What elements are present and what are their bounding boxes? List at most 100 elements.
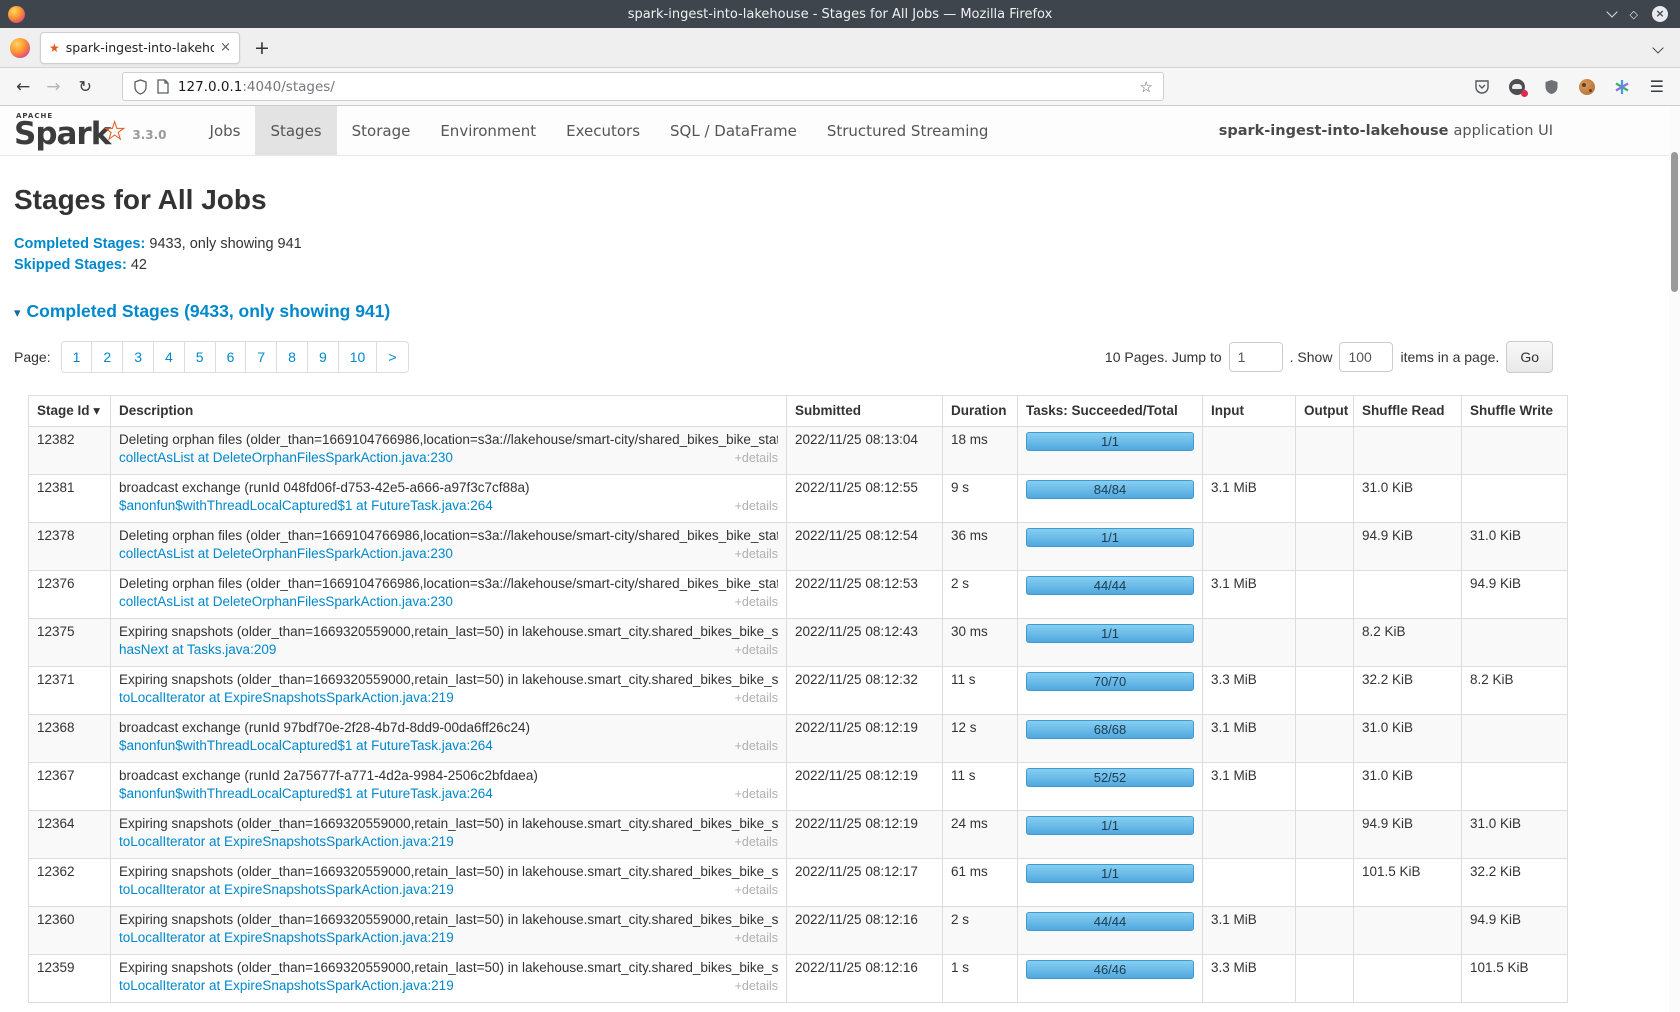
spark-tab-executors[interactable]: Executors [551, 106, 655, 155]
header-shuffle-write[interactable]: Shuffle Write [1462, 396, 1568, 427]
tasks-progress-bar: 1/1 [1026, 816, 1194, 835]
details-toggle[interactable]: +details [735, 835, 778, 849]
page-button-9[interactable]: 9 [307, 341, 339, 373]
page-button-3[interactable]: 3 [122, 341, 154, 373]
scrollbar-thumb[interactable] [1671, 152, 1678, 292]
minimize-icon[interactable] [1606, 6, 1617, 17]
details-toggle[interactable]: +details [735, 691, 778, 705]
menu-hamburger-icon[interactable]: ☰ [1650, 77, 1664, 96]
page-button-4[interactable]: 4 [153, 341, 185, 373]
details-toggle[interactable]: +details [735, 979, 778, 993]
application-ui-label: spark-ingest-into-lakehouse application … [1219, 106, 1680, 155]
tasks-cell: 1/1 [1018, 427, 1203, 475]
page-button-7[interactable]: 7 [245, 341, 277, 373]
spark-tab-stages[interactable]: Stages [255, 106, 336, 155]
shuffle-read-cell: 31.0 KiB [1354, 715, 1462, 763]
shuffle-write-cell [1462, 427, 1568, 475]
tab-close-icon[interactable]: × [220, 40, 231, 55]
tasks-cell: 44/44 [1018, 571, 1203, 619]
details-toggle[interactable]: +details [735, 643, 778, 657]
reload-button[interactable]: ↻ [79, 77, 92, 96]
jump-to-page-input[interactable] [1229, 342, 1283, 372]
tasks-cell: 46/46 [1018, 955, 1203, 1003]
spark-tab-environment[interactable]: Environment [425, 106, 551, 155]
extension-asterisk-icon[interactable] [1613, 78, 1631, 96]
stage-callsite-link[interactable]: toLocalIterator at ExpireSnapshotsSparkA… [119, 978, 454, 993]
header-input[interactable]: Input [1203, 396, 1296, 427]
page-button-8[interactable]: 8 [276, 341, 308, 373]
header-shuffle-read[interactable]: Shuffle Read [1354, 396, 1462, 427]
stage-callsite-link[interactable]: toLocalIterator at ExpireSnapshotsSparkA… [119, 834, 454, 849]
close-window-icon[interactable]: × [1652, 6, 1668, 22]
details-toggle[interactable]: +details [735, 547, 778, 561]
page-button-10[interactable]: 10 [338, 341, 378, 373]
stage-description: Deleting orphan files (older_than=166910… [119, 432, 778, 447]
url-text[interactable]: 127.0.0.1:4040/stages/ [178, 79, 1140, 95]
page-button-2[interactable]: 2 [91, 341, 123, 373]
details-toggle[interactable]: +details [735, 499, 778, 513]
stage-callsite-link[interactable]: collectAsList at DeleteOrphanFilesSparkA… [119, 450, 453, 465]
stage-row: 12360 Expiring snapshots (older_than=166… [29, 907, 1568, 955]
tasks-count: 46/46 [1094, 962, 1127, 977]
header-output[interactable]: Output [1296, 396, 1354, 427]
spark-tab-structured-streaming[interactable]: Structured Streaming [812, 106, 1004, 155]
stage-callsite-link[interactable]: toLocalIterator at ExpireSnapshotsSparkA… [119, 930, 454, 945]
stage-row: 12378 Deleting orphan files (older_than=… [29, 523, 1568, 571]
details-toggle[interactable]: +details [735, 883, 778, 897]
cookie-icon[interactable] [1578, 78, 1596, 96]
stage-callsite-link[interactable]: toLocalIterator at ExpireSnapshotsSparkA… [119, 882, 454, 897]
header-submitted[interactable]: Submitted [787, 396, 943, 427]
details-toggle[interactable]: +details [735, 931, 778, 945]
details-toggle[interactable]: +details [735, 739, 778, 753]
stage-callsite-link[interactable]: $anonfun$withThreadLocalCaptured$1 at Fu… [119, 498, 493, 513]
skipped-stages-link[interactable]: Skipped Stages: [14, 257, 127, 273]
stage-row: 12371 Expiring snapshots (older_than=166… [29, 667, 1568, 715]
scrollbar[interactable] [1669, 107, 1680, 1012]
completed-stages-link[interactable]: Completed Stages: [14, 236, 145, 252]
tasks-cell: 44/44 [1018, 907, 1203, 955]
pocket-icon[interactable] [1473, 78, 1491, 96]
header-duration[interactable]: Duration [943, 396, 1018, 427]
stage-description: Expiring snapshots (older_than=166932055… [119, 912, 778, 927]
back-button[interactable]: ← [16, 77, 30, 97]
ublock-origin-icon[interactable] [1543, 78, 1561, 96]
details-toggle[interactable]: +details [735, 595, 778, 609]
stage-callsite-link[interactable]: $anonfun$withThreadLocalCaptured$1 at Fu… [119, 786, 493, 801]
header-stage-id[interactable]: Stage Id ▾ [29, 396, 111, 427]
spark-tab-sql-dataframe[interactable]: SQL / DataFrame [655, 106, 812, 155]
stage-callsite-link[interactable]: collectAsList at DeleteOrphanFilesSparkA… [119, 594, 453, 609]
items-per-page-input[interactable] [1339, 342, 1393, 372]
tracking-shield-icon[interactable] [133, 79, 148, 95]
maximize-icon[interactable]: ◇ [1630, 9, 1638, 20]
go-button[interactable]: Go [1506, 341, 1553, 373]
list-all-tabs-icon[interactable] [1654, 44, 1662, 52]
bookmark-star-icon[interactable]: ☆ [1139, 78, 1152, 96]
output-cell [1296, 427, 1354, 475]
browser-tab[interactable]: ★ spark-ingest-into-lakehous × [40, 32, 240, 64]
header-description[interactable]: Description [111, 396, 787, 427]
stage-callsite-link[interactable]: $anonfun$withThreadLocalCaptured$1 at Fu… [119, 738, 493, 753]
page-button-6[interactable]: 6 [215, 341, 247, 373]
spark-tab-storage[interactable]: Storage [337, 106, 426, 155]
stage-callsite-link[interactable]: toLocalIterator at ExpireSnapshotsSparkA… [119, 690, 454, 705]
header-tasks[interactable]: Tasks: Succeeded/Total [1018, 396, 1203, 427]
page-button-5[interactable]: 5 [184, 341, 216, 373]
details-toggle[interactable]: +details [735, 787, 778, 801]
tasks-count: 1/1 [1101, 818, 1119, 833]
stage-callsite-link[interactable]: collectAsList at DeleteOrphanFilesSparkA… [119, 546, 453, 561]
new-tab-button[interactable]: + [254, 37, 270, 59]
details-toggle[interactable]: +details [735, 451, 778, 465]
page-button-1[interactable]: 1 [61, 341, 93, 373]
spark-tab-jobs[interactable]: Jobs [195, 106, 256, 155]
forward-button[interactable]: → [46, 77, 60, 97]
url-bar[interactable]: 127.0.0.1:4040/stages/ ☆ [122, 72, 1164, 101]
spark-star-icon: ★ [104, 119, 125, 143]
account-mask-icon[interactable] [1508, 78, 1526, 96]
description-cell: Expiring snapshots (older_than=166932055… [111, 619, 787, 667]
stage-callsite-link[interactable]: hasNext at Tasks.java:209 [119, 642, 276, 657]
completed-stages-section-header[interactable]: ▾Completed Stages (9433, only showing 94… [14, 301, 1680, 322]
page-info-icon[interactable] [157, 79, 169, 94]
spark-logo-word: Spark★ [14, 121, 110, 149]
next-page-button[interactable]: > [376, 341, 408, 373]
spark-logo[interactable]: APACHE Spark★ 3.3.0 [0, 106, 177, 155]
